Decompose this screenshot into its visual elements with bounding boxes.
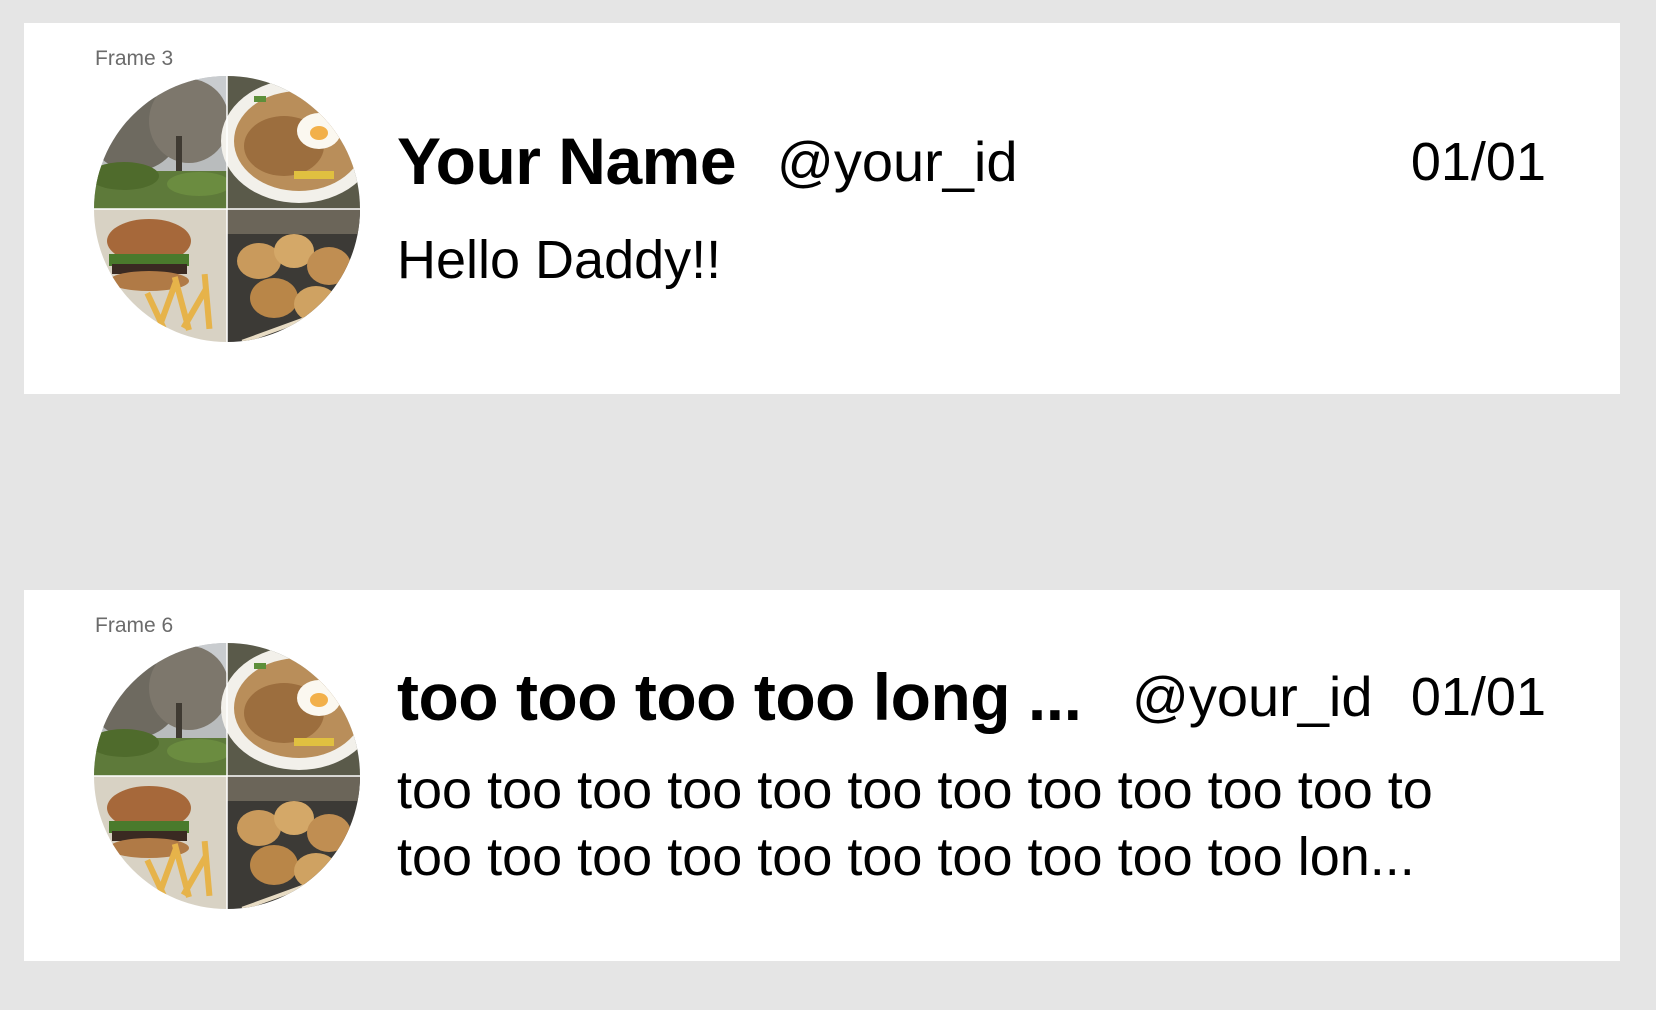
frame-label: Frame 6 <box>95 614 174 637</box>
tweet-card: Frame 3 Your Name @your_id 01/01 Hello D… <box>24 23 1620 394</box>
tweet-card: Frame 6 too too too too long ... @your_i… <box>24 590 1620 961</box>
avatar[interactable] <box>94 643 360 909</box>
message-text: Hello Daddy!! <box>397 230 722 290</box>
avatar-collage-image <box>94 643 360 909</box>
display-name[interactable]: too too too too long ... <box>397 659 1082 735</box>
display-name[interactable]: Your Name <box>397 123 737 199</box>
burger-fries-photo <box>94 209 227 342</box>
park-trees-photo <box>94 643 231 776</box>
burger-fries-photo <box>94 776 227 909</box>
user-handle[interactable]: @your_id <box>1132 664 1373 729</box>
post-date: 01/01 <box>1410 132 1546 192</box>
frame-label: Frame 3 <box>95 47 174 70</box>
avatar-collage-image <box>94 76 360 342</box>
kushikatsu-photo <box>227 776 360 909</box>
avatar[interactable] <box>94 76 360 342</box>
user-handle[interactable]: @your_id <box>777 129 1018 194</box>
fried-rice-egg-photo <box>221 643 360 776</box>
kushikatsu-photo <box>227 209 360 342</box>
message-text: too too too too too too too too too too … <box>397 760 1433 887</box>
fried-rice-egg-photo <box>221 76 360 209</box>
post-date: 01/01 <box>1410 667 1546 727</box>
park-trees-photo <box>94 76 231 209</box>
